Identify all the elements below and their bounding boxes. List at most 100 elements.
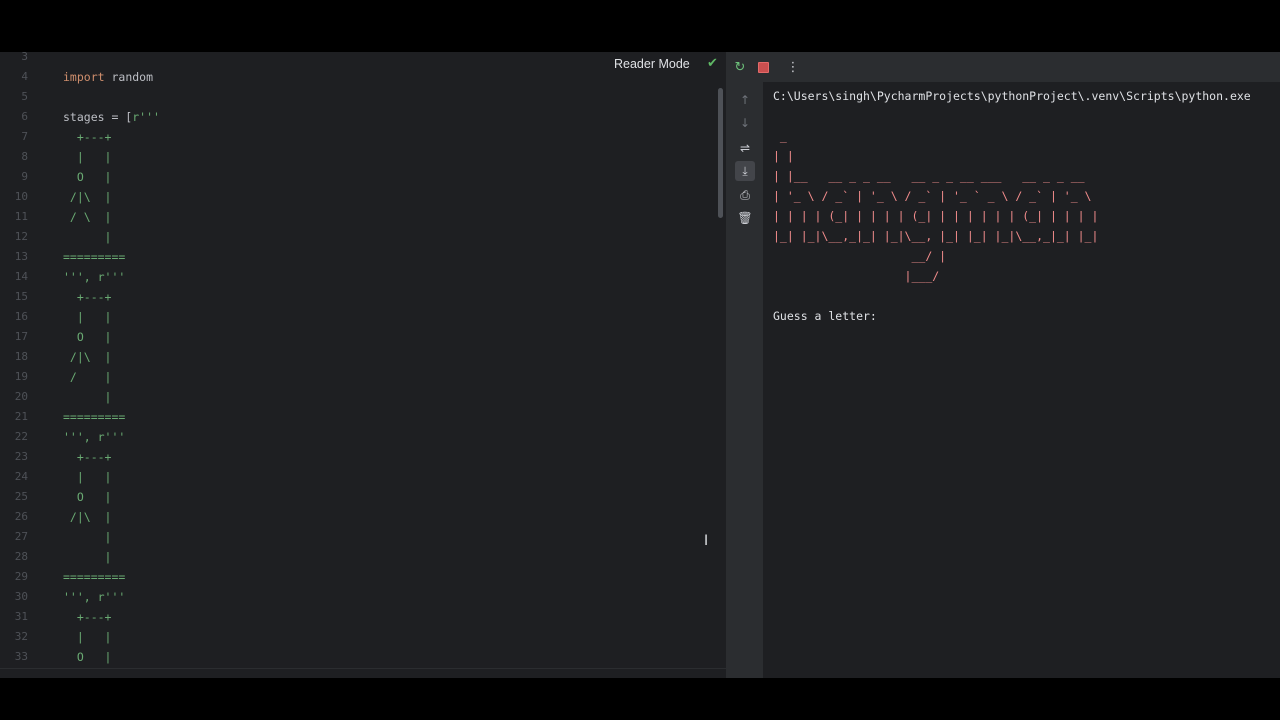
string-literal: +---+ xyxy=(63,290,112,304)
string-literal: | | xyxy=(63,310,112,324)
code-line[interactable]: ''', r''' xyxy=(63,267,125,287)
code-line[interactable]: | | xyxy=(63,627,112,647)
interpreter-path: C:\Users\singh\PycharmProjects\pythonPro… xyxy=(773,89,1251,103)
line-number: 23 xyxy=(14,450,28,463)
code-line[interactable]: +---+ xyxy=(63,127,112,147)
line-number: 3 xyxy=(21,52,28,63)
code-line[interactable]: | xyxy=(63,227,112,247)
console-output[interactable]: C:\Users\singh\PycharmProjects\pythonPro… xyxy=(773,86,1278,646)
code-line[interactable]: +---+ xyxy=(63,447,112,467)
code-line[interactable]: +---+ xyxy=(63,607,112,627)
reader-mode-button[interactable]: Reader Mode xyxy=(614,57,690,71)
string-literal: ''', r''' xyxy=(63,590,126,604)
line-number: 9 xyxy=(21,170,28,183)
string-literal: /|\ | xyxy=(63,190,112,204)
line-number: 24 xyxy=(14,470,28,483)
line-number-gutter: 3 4 5 6 7 8 9 10 11 12 13 14 15 16 17 18 19 20 21 22 23 24 25 2… xyxy=(0,52,40,668)
line-number: 8 xyxy=(21,150,28,163)
code-line[interactable]: | | xyxy=(63,147,112,167)
code-line[interactable]: /|\ | xyxy=(63,187,112,207)
line-number: 30 xyxy=(14,590,28,603)
code-line[interactable]: / \ | xyxy=(63,207,112,227)
string-literal: ''', r''' xyxy=(63,430,126,444)
editor-bottom-divider xyxy=(0,668,726,669)
code-line[interactable]: ========= xyxy=(63,407,125,427)
code-line[interactable]: stages = [r''' xyxy=(63,107,160,127)
line-number: 29 xyxy=(14,570,28,583)
arrow-up-icon[interactable]: ↑ xyxy=(735,90,755,110)
code-editor[interactable]: 3 4 5 6 7 8 9 10 11 12 13 14 15 16 17 18 19 20 21 22 23 24 25 2… xyxy=(0,52,726,668)
string-literal: | | xyxy=(63,470,112,484)
code-line[interactable]: O | xyxy=(63,647,112,667)
code-line[interactable]: /|\ | xyxy=(63,507,112,527)
code-line[interactable]: / | xyxy=(63,367,112,387)
trash-icon[interactable]: 🗑 xyxy=(735,208,755,228)
stop-icon[interactable] xyxy=(753,57,773,77)
code-line[interactable]: ========= xyxy=(63,567,125,587)
string-literal: +---+ xyxy=(63,450,112,464)
string-literal: | xyxy=(63,530,112,544)
line-number: 32 xyxy=(14,630,28,643)
more-options-icon[interactable]: ⋮ xyxy=(783,57,803,77)
code-line[interactable]: /|\ | xyxy=(63,347,112,367)
string-literal: | xyxy=(63,390,112,404)
line-number: 4 xyxy=(21,70,28,83)
line-number: 11 xyxy=(14,210,28,223)
code-line[interactable]: +---+ xyxy=(63,287,112,307)
line-number: 13 xyxy=(14,250,28,263)
code-line[interactable]: | | xyxy=(63,307,112,327)
string-literal: O | xyxy=(63,170,112,184)
line-number: 27 xyxy=(14,530,28,543)
string-literal: / | xyxy=(63,370,112,384)
scroll-to-end-icon[interactable]: ⤓ xyxy=(735,161,755,181)
line-number: 19 xyxy=(14,370,28,383)
code-line[interactable]: ''', r''' xyxy=(63,427,125,447)
line-number: 5 xyxy=(21,90,28,103)
code-line[interactable]: import random xyxy=(63,67,153,87)
string-literal: | | xyxy=(63,150,112,164)
line-number: 7 xyxy=(21,130,28,143)
line-number: 10 xyxy=(14,190,28,203)
string-literal: /|\ | xyxy=(63,510,112,524)
ide-window: 3 4 5 6 7 8 9 10 11 12 13 14 15 16 17 18 19 20 21 22 23 24 25 2… xyxy=(0,52,1280,678)
print-icon[interactable]: ⎙ xyxy=(735,185,755,205)
code-line[interactable]: | xyxy=(63,387,112,407)
run-tool-window: ↻ ⋮ ↑ ↓ ⇌ ⤓ ⎙ 🗑 C:\Users\singh\PycharmPr… xyxy=(726,52,1280,678)
code-line[interactable]: ========= xyxy=(63,247,125,267)
check-icon[interactable]: ✔ xyxy=(707,56,718,71)
string-literal: +---+ xyxy=(63,610,112,624)
keyword: import xyxy=(63,70,105,84)
string-literal: | xyxy=(63,550,112,564)
line-number: 6 xyxy=(21,110,28,123)
code-line[interactable]: | | xyxy=(63,467,112,487)
line-number: 33 xyxy=(14,650,28,663)
line-number: 22 xyxy=(14,430,28,443)
string-literal: O | xyxy=(63,650,112,664)
editor-scrollbar[interactable] xyxy=(718,88,723,218)
string-literal: ========= xyxy=(63,570,126,584)
line-number: 25 xyxy=(14,490,28,503)
code-line[interactable]: O | xyxy=(63,167,112,187)
input-prompt[interactable]: Guess a letter: xyxy=(773,306,877,326)
string-literal: ========= xyxy=(63,410,126,424)
code-line[interactable]: | xyxy=(63,527,112,547)
string-literal: O | xyxy=(63,330,112,344)
line-number: 26 xyxy=(14,510,28,523)
code-line[interactable]: O | xyxy=(63,327,112,347)
arrow-down-icon[interactable]: ↓ xyxy=(735,113,755,133)
line-number: 16 xyxy=(14,310,28,323)
rerun-icon[interactable]: ↻ xyxy=(730,57,750,77)
string-literal: +---+ xyxy=(63,130,112,144)
line-number: 14 xyxy=(14,270,28,283)
ascii-art-logo: _ | | | |__ __ _ _ __ __ _ _ __ ___ __ _… xyxy=(773,129,1099,283)
run-toolbar: ↻ ⋮ xyxy=(727,52,1280,82)
string-literal: r''' xyxy=(132,110,160,124)
code-line[interactable]: | xyxy=(63,547,112,567)
line-number: 28 xyxy=(14,550,28,563)
text-cursor-icon: I xyxy=(704,533,709,549)
code-line[interactable]: ''', r''' xyxy=(63,587,125,607)
code-line[interactable]: O | xyxy=(63,487,112,507)
line-number: 15 xyxy=(14,290,28,303)
soft-wrap-icon[interactable]: ⇌ xyxy=(735,138,755,158)
line-number: 12 xyxy=(14,230,28,243)
